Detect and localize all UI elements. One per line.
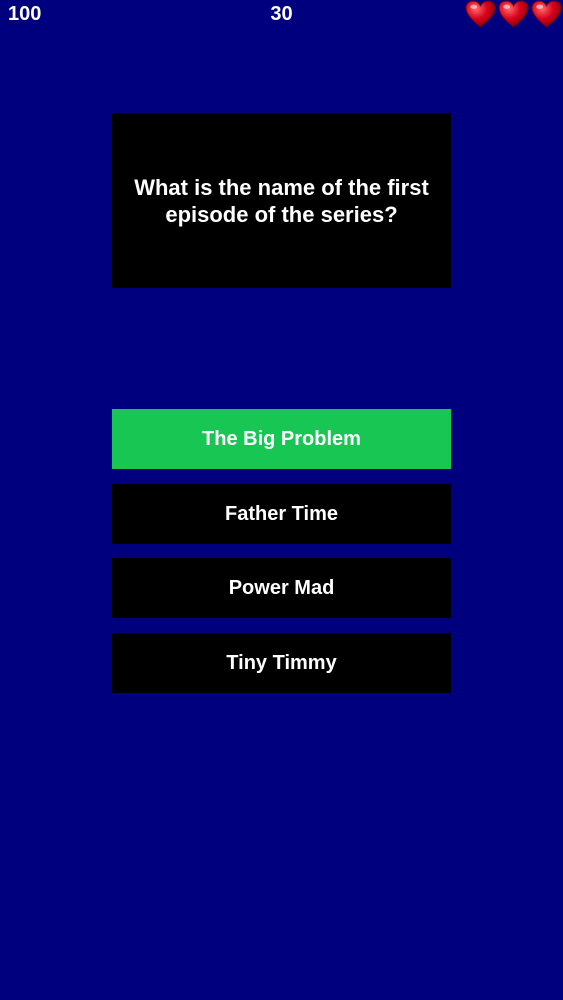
answer-label: The Big Problem bbox=[202, 427, 361, 450]
heart-icon bbox=[465, 0, 496, 28]
heart-icon bbox=[531, 0, 562, 28]
lives-indicator bbox=[465, 0, 562, 28]
answer-button-4[interactable]: Tiny Timmy bbox=[112, 633, 451, 693]
answer-button-3[interactable]: Power Mad bbox=[112, 558, 451, 618]
heart-icon bbox=[498, 0, 529, 28]
question-text: What is the name of the first episode of… bbox=[134, 174, 429, 227]
answer-button-2[interactable]: Father Time bbox=[112, 484, 451, 544]
answer-label: Father Time bbox=[225, 502, 338, 525]
answer-label: Power Mad bbox=[228, 576, 335, 599]
answer-label: Tiny Timmy bbox=[226, 651, 337, 674]
quiz-screen: 100 30 What is the name of the first epi… bbox=[0, 0, 563, 1000]
answer-button-1[interactable]: The Big Problem bbox=[112, 409, 451, 469]
question-panel: What is the name of the first episode of… bbox=[112, 113, 451, 288]
